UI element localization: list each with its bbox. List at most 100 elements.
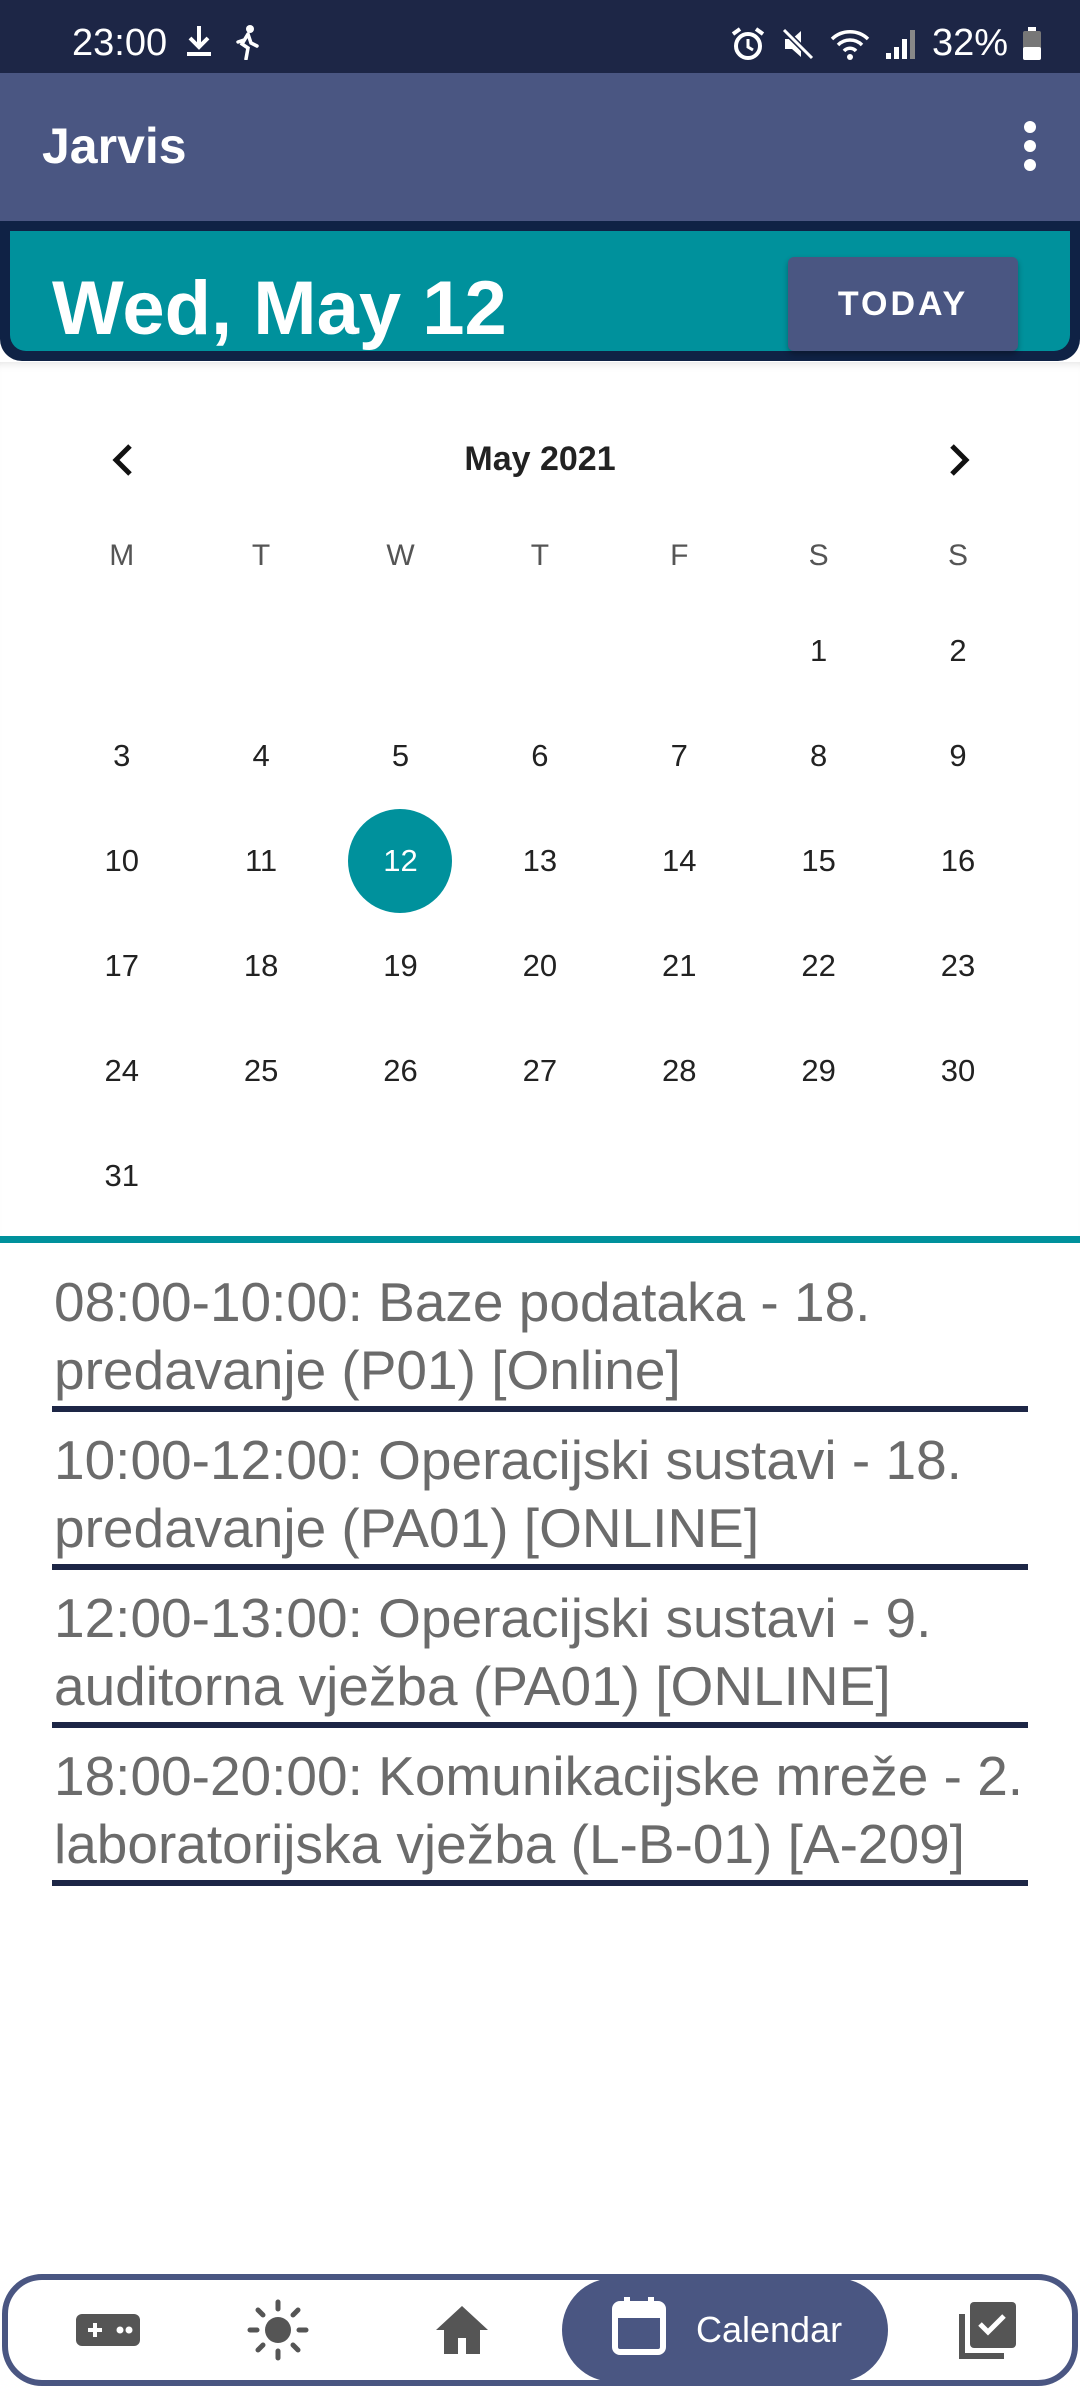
status-bar: 23:00 32% — [0, 0, 1080, 73]
calendar-day-number: 5 — [391, 737, 410, 773]
weekday-label: M — [109, 539, 135, 572]
weekday-label: W — [386, 539, 415, 572]
calendar-day[interactable]: 1 — [749, 598, 888, 703]
calendar-day[interactable]: 26 — [331, 1018, 470, 1123]
calendar-day[interactable]: 7 — [610, 703, 749, 808]
calendar-day-number: 9 — [949, 737, 967, 773]
checklist-icon[interactable] — [918, 2280, 1058, 2380]
calendar-icon — [612, 2296, 666, 2365]
calendar-day-number: 21 — [662, 947, 697, 983]
calendar-day-number: 8 — [810, 737, 828, 773]
calendar-day-number: 11 — [244, 842, 278, 878]
calendar-day[interactable]: 25 — [191, 1018, 330, 1123]
calendar-day[interactable]: 13 — [470, 808, 609, 913]
calendar: May 2021 MTWTFSS 1 2 3 4 5 6 7 8 9 10 11 12 13 14 15 16… — [0, 362, 1080, 1238]
event-item[interactable]: 18:00-20:00: Komunikacijske mreže - 2. l… — [52, 1742, 1028, 1886]
calendar-days: 1 2 3 4 5 6 7 8 9 10 11 12 13 14 15 16 17 18 19 20 21 22 23 24 2… — [52, 598, 1028, 1228]
calendar-day[interactable]: 17 — [52, 913, 191, 1018]
download-icon — [184, 24, 214, 60]
calendar-day-number: 13 — [522, 842, 558, 878]
weekday-label: T — [251, 539, 271, 572]
app-bar: Jarvis — [0, 73, 1080, 221]
calendar-day[interactable]: 3 — [52, 703, 191, 808]
calendar-divider — [0, 1236, 1080, 1243]
calendar-day-number: 6 — [531, 737, 549, 773]
chevron-right-icon[interactable] — [942, 430, 978, 490]
weekday-header: MTWTFSS — [52, 526, 1028, 586]
calendar-day[interactable]: 21 — [610, 913, 749, 1018]
calendar-day[interactable]: 6 — [470, 703, 609, 808]
empty-day-cell — [331, 598, 470, 703]
calendar-day-number: 7 — [670, 737, 688, 773]
calendar-day[interactable]: 28 — [610, 1018, 749, 1123]
calendar-day-number: 1 — [810, 632, 828, 668]
calendar-day-number: 22 — [801, 947, 836, 983]
calendar-day-number: 20 — [522, 947, 558, 983]
calendar-tab[interactable]: Calendar — [562, 2278, 888, 2382]
calendar-day-number: 26 — [383, 1052, 418, 1088]
alarm-icon — [730, 26, 766, 62]
empty-day-cell — [52, 598, 191, 703]
calendar-day-number: 3 — [113, 737, 131, 773]
calendar-day-number: 15 — [801, 842, 836, 878]
calendar-month-label: May 2021 — [464, 440, 616, 478]
calendar-day[interactable]: 22 — [749, 913, 888, 1018]
calendar-day[interactable]: 4 — [191, 703, 330, 808]
calendar-day-number: 18 — [243, 947, 279, 983]
calendar-day-number: 24 — [104, 1052, 139, 1088]
empty-day-cell — [610, 598, 749, 703]
calendar-day[interactable]: 9 — [888, 703, 1027, 808]
calendar-day[interactable]: 14 — [610, 808, 749, 913]
calendar-day[interactable]: 30 — [888, 1018, 1027, 1123]
calendar-day[interactable]: 24 — [52, 1018, 191, 1123]
calendar-day[interactable]: 15 — [749, 808, 888, 913]
calendar-day[interactable]: 8 — [749, 703, 888, 808]
calendar-day-number: 31 — [104, 1157, 139, 1193]
sun-icon[interactable] — [208, 2280, 348, 2380]
calendar-day[interactable]: 29 — [749, 1018, 888, 1123]
weekday-label: F — [670, 539, 689, 572]
calendar-day-number: 17 — [104, 947, 139, 983]
calendar-day-number: 4 — [252, 737, 270, 773]
calendar-day-number: 10 — [104, 842, 139, 878]
battery-icon — [1022, 26, 1042, 61]
empty-day-cell — [470, 598, 609, 703]
wifi-icon — [830, 27, 870, 61]
status-time: 23:00 — [72, 22, 168, 64]
event-item[interactable]: 12:00-13:00: Operacijski sustavi - 9. au… — [52, 1584, 1028, 1728]
calendar-day[interactable]: 27 — [470, 1018, 609, 1123]
weekday-label: T — [530, 539, 550, 572]
calendar-day[interactable]: 18 — [191, 913, 330, 1018]
calendar-day[interactable]: 31 — [52, 1123, 191, 1228]
calendar-day[interactable]: 20 — [470, 913, 609, 1018]
date-header: Wed, May 12 TODAY — [0, 221, 1080, 361]
calendar-day[interactable]: 19 — [331, 913, 470, 1018]
signal-icon — [884, 27, 918, 61]
calendar-day-number: 19 — [383, 947, 418, 983]
event-item[interactable]: 08:00-10:00: Baze podataka - 18. predava… — [52, 1268, 1028, 1412]
home-icon[interactable] — [392, 2280, 532, 2380]
more-vert-icon[interactable] — [1010, 117, 1050, 177]
selected-date: Wed, May 12 — [52, 266, 507, 351]
calendar-day[interactable]: 5 — [331, 703, 470, 808]
calendar-day-number: 16 — [940, 842, 976, 878]
calendar-day-selected[interactable]: 12 — [331, 808, 470, 913]
event-item[interactable]: 10:00-12:00: Operacijski sustavi - 18. p… — [52, 1426, 1028, 1570]
walking-icon — [232, 24, 262, 60]
calendar-tab-label: Calendar — [696, 2309, 843, 2350]
mute-icon — [780, 26, 816, 62]
calendar-day-number: 12 — [348, 808, 453, 913]
calendar-day-number: 14 — [662, 842, 697, 878]
events-list: 08:00-10:00: Baze podataka - 18. predava… — [52, 1268, 1028, 1900]
calendar-day[interactable]: 2 — [888, 598, 1027, 703]
calendar-day[interactable]: 23 — [888, 913, 1027, 1018]
calendar-day[interactable]: 10 — [52, 808, 191, 913]
gamepad-icon[interactable] — [38, 2280, 178, 2380]
calendar-day[interactable]: 16 — [888, 808, 1027, 913]
calendar-day[interactable]: 11 — [191, 808, 330, 913]
calendar-day-number: 25 — [243, 1052, 279, 1088]
today-button[interactable]: TODAY — [788, 257, 1018, 351]
calendar-day-number: 27 — [522, 1052, 558, 1088]
empty-day-cell — [191, 598, 330, 703]
weekday-label: S — [808, 539, 829, 572]
